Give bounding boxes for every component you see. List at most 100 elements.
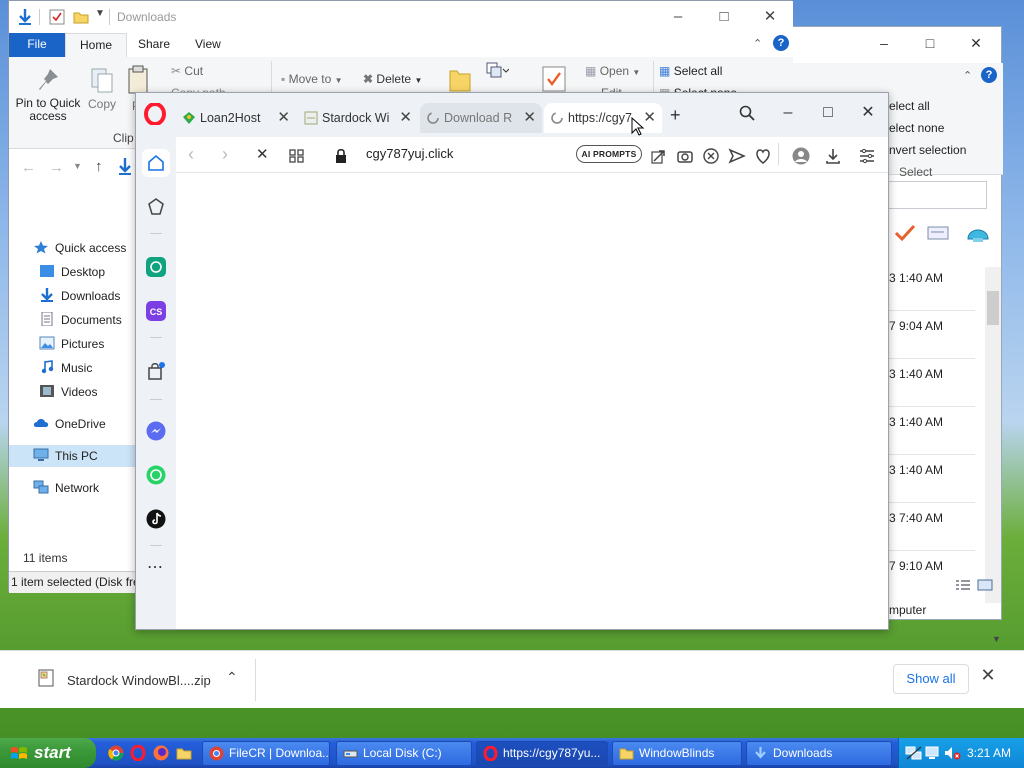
close-button[interactable]: ✕ [953,35,999,57]
select-all-button[interactable]: ▦ Select all [659,64,722,78]
shopping-bag-icon[interactable] [146,361,166,381]
file-row[interactable]: 3 1:40 AM [889,263,975,311]
help-icon[interactable]: ? [773,35,789,51]
close-tab-icon[interactable]: ✕ [399,103,412,133]
clock[interactable]: 3:21 AM [967,746,1011,760]
open-button[interactable]: ▦ Open ▼ [585,64,640,78]
chatgpt-icon[interactable] [146,257,166,277]
stop-loading-icon[interactable]: ✕ [256,145,269,163]
camera-icon[interactable] [676,147,694,165]
customize-qat-icon[interactable]: ▼ [95,8,105,19]
taskbar-filecr[interactable]: FileCR | Downloa... [202,741,330,766]
page-content[interactable] [176,173,888,629]
ribbon-collapse-icon[interactable]: ⌃ [753,37,762,50]
new-folder-icon[interactable] [73,9,89,25]
shell-icon[interactable] [965,221,991,245]
messenger-icon[interactable] [146,421,166,441]
search-box[interactable] [881,181,987,209]
properties-large-icon[interactable] [541,65,567,93]
tab-download[interactable]: Download R ✕ [420,103,542,133]
ai-prompts-button[interactable]: AI PROMPTS [576,145,642,163]
nav-pictures[interactable]: Pictures [39,333,104,355]
close-tab-icon[interactable]: ✕ [643,103,656,133]
heart-icon[interactable] [754,147,772,165]
nav-desktop[interactable]: Desktop [39,261,105,283]
tab-grid-icon[interactable] [288,147,306,165]
taskbar-opera-cgy[interactable]: https://cgy787yu... [476,741,608,766]
chrome-icon[interactable] [108,745,124,761]
nav-videos[interactable]: Videos [39,381,97,403]
invert-selection-button[interactable]: nvert selection [889,143,966,157]
nav-downloads[interactable]: Downloads [39,285,120,307]
pin-to-quick-access-button[interactable]: Pin to Quick access [13,63,83,123]
properties-icon[interactable] [49,9,65,25]
help-icon[interactable]: ? [981,67,997,83]
chatsonic-icon[interactable]: CS [146,301,166,321]
url-text[interactable]: cgy787yuj.click [366,146,453,161]
nav-network[interactable]: Network [33,477,99,499]
close-download-bar-icon[interactable]: ✕ [978,665,998,691]
share-icon[interactable] [650,147,668,165]
tab-share[interactable]: Share [124,33,184,57]
nav-music[interactable]: Music [39,357,92,379]
new-item-icon[interactable] [485,61,509,79]
minimize-button[interactable]: – [655,5,701,29]
tiktok-icon[interactable] [146,509,166,529]
delete-button[interactable]: ✖ Delete ▼ [363,72,422,86]
send-icon[interactable] [728,147,746,165]
downloads-icon[interactable] [824,147,842,165]
vertical-scrollbar[interactable] [985,267,1001,603]
start-button[interactable]: start [0,738,96,768]
close-button[interactable]: ✕ [747,5,793,29]
tab-stardock[interactable]: Stardock Wi ✕ [298,103,418,133]
profile-avatar-icon[interactable] [792,147,810,165]
back-icon[interactable]: ‹ [188,144,194,165]
forward-arrow-icon[interactable]: → [49,159,64,176]
search-icon[interactable] [739,105,755,121]
pinboard-icon[interactable] [146,197,166,217]
maximize-button[interactable]: □ [810,101,846,125]
network-icon[interactable] [905,745,923,761]
taskbar-local-disk[interactable]: Local Disk (C:) [336,741,472,766]
file-row[interactable]: 3 1:40 AM [889,455,975,503]
file-row[interactable]: 3 1:40 AM [889,407,975,455]
close-button[interactable]: ✕ [850,101,886,125]
home-icon[interactable] [146,153,166,173]
cut-button[interactable]: ✂ Cut [171,64,203,78]
recent-locations-icon[interactable]: ▼ [73,161,82,171]
copy-button[interactable]: Copy [85,63,119,111]
more-options-icon[interactable]: ⋯ [147,557,164,577]
show-all-button[interactable]: Show all [893,664,969,694]
details-view-icon[interactable] [955,579,971,591]
close-tab-icon[interactable]: ✕ [523,103,536,133]
tab-home[interactable]: Home [65,33,128,57]
easy-setup-menu-icon[interactable] [858,147,876,165]
firefox-icon[interactable] [153,745,169,761]
whatsapp-icon[interactable] [146,465,166,485]
back-arrow-icon[interactable]: ← [21,159,36,176]
nav-this-pc[interactable]: This PC [9,445,137,467]
forward-icon[interactable]: › [222,144,228,165]
opera-logo-icon[interactable] [144,103,166,125]
lock-icon[interactable] [334,147,352,165]
minimize-button[interactable]: – [861,35,907,57]
nav-quick-access[interactable]: Quick access [33,237,126,259]
large-icons-view-icon[interactable] [977,579,993,591]
scroll-down-icon[interactable]: ▼ [992,634,1001,644]
select-none-button[interactable]: elect none [889,121,944,135]
taskbar-windowblinds[interactable]: WindowBlinds [612,741,742,766]
ad-blocker-icon[interactable] [702,147,720,165]
tab-loan2host[interactable]: Loan2Host ✕ [176,103,296,133]
checkmark-icon[interactable] [893,223,917,243]
tab-file[interactable]: File [9,33,65,57]
computer-status-icon[interactable] [925,745,939,761]
opera-browser-window[interactable]: Loan2Host ✕ Stardock Wi ✕ Download R ✕ h… [135,92,889,630]
select-all-button[interactable]: elect all [889,99,930,113]
maximize-button[interactable]: □ [907,35,953,57]
close-tab-icon[interactable]: ✕ [277,103,290,133]
move-to-button[interactable]: ▪ Move to ▼ [281,72,343,86]
scroll-thumb[interactable] [987,291,999,325]
explorer-folder-icon[interactable] [176,745,192,761]
opera-icon[interactable] [130,745,146,761]
card-icon[interactable] [927,225,949,241]
